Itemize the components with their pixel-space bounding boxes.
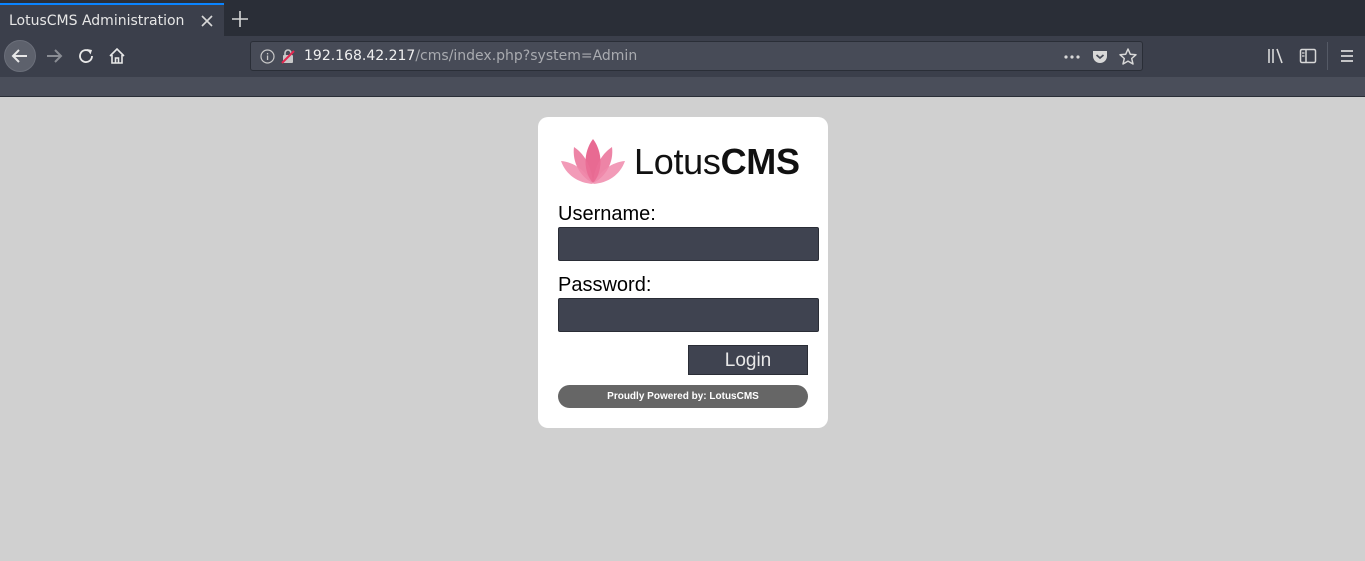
pocket-icon[interactable] [1091, 48, 1109, 66]
logo-wordmark: LotusCMS [634, 141, 800, 183]
username-field[interactable] [558, 227, 819, 261]
lotus-flower-icon [561, 139, 625, 184]
home-icon [109, 47, 125, 64]
sidebar-icon[interactable] [1298, 46, 1318, 66]
password-field[interactable] [558, 298, 819, 332]
url-path: /cms/index.php?system=Admin [415, 48, 638, 64]
insecure-lock-icon[interactable] [280, 48, 296, 65]
tab-active[interactable]: LotusCMS Administration [0, 3, 224, 36]
url-host: 192.168.42.217 [304, 48, 416, 64]
logo-text-bold: CMS [720, 141, 800, 182]
tab-title: LotusCMS Administration [9, 13, 185, 29]
login-panel: LotusCMS Username: Password: Login Proud… [538, 117, 828, 428]
url-bar[interactable]: 192.168.42.217/cms/index.php?system=Admi… [250, 41, 1143, 71]
password-label: Password: [558, 274, 652, 296]
reload-icon [79, 49, 93, 63]
forward-button[interactable] [42, 44, 66, 68]
page-actions-icon[interactable] [1063, 48, 1081, 66]
arrow-left-icon [11, 49, 27, 63]
logo-text-regular: Lotus [634, 141, 721, 182]
new-tab-icon[interactable] [231, 10, 249, 28]
close-icon[interactable] [199, 13, 215, 29]
arrow-right-icon [47, 49, 63, 63]
toolbar-bottom-strip [0, 77, 1365, 97]
powered-by-footer: Proudly Powered by: LotusCMS [558, 385, 808, 408]
reload-button[interactable] [74, 44, 98, 68]
tab-bar: LotusCMS Administration [0, 0, 1365, 36]
toolbar-separator [1327, 42, 1328, 70]
home-button[interactable] [105, 44, 129, 68]
username-label: Username: [558, 203, 656, 225]
url-text[interactable]: 192.168.42.217/cms/index.php?system=Admi… [304, 48, 637, 64]
login-button[interactable]: Login [688, 345, 808, 375]
back-button[interactable] [4, 40, 36, 72]
info-icon[interactable] [260, 49, 275, 64]
library-icon[interactable] [1266, 46, 1286, 66]
hamburger-menu-icon[interactable] [1337, 46, 1357, 66]
lotuscms-logo: LotusCMS [558, 137, 808, 187]
bookmark-star-icon[interactable] [1118, 47, 1138, 67]
